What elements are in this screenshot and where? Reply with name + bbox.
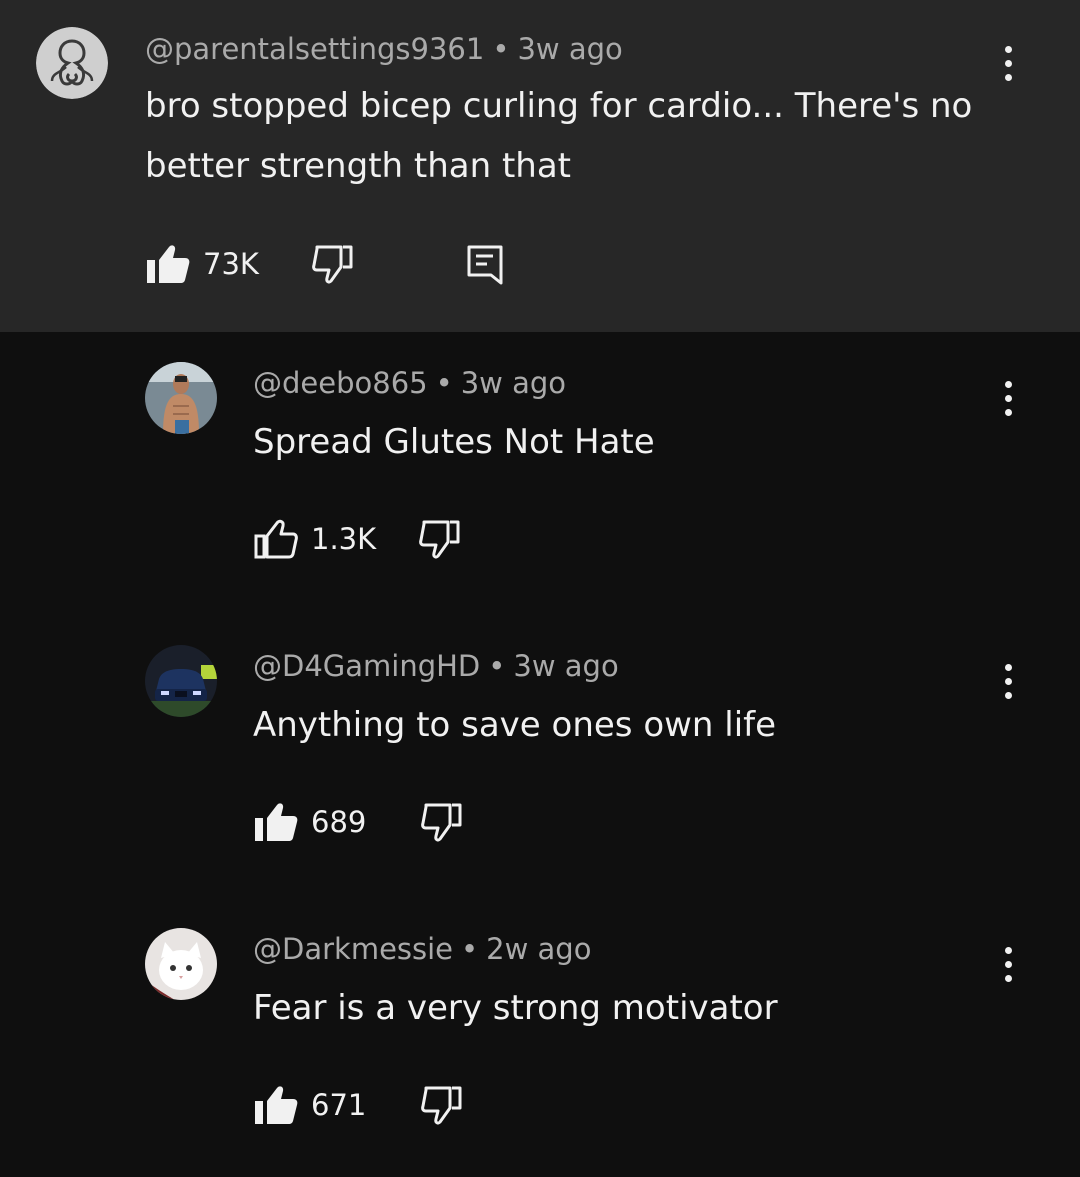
person-avatar-icon[interactable] — [145, 362, 217, 434]
comment-text: Anything to save ones own life — [253, 705, 777, 745]
comment-text: bro stopped bicep curling for cardio... … — [145, 86, 984, 186]
thumb-up-icon[interactable] — [253, 518, 299, 560]
comment-time: 3w ago — [513, 649, 619, 683]
like-count: 1.3K — [311, 522, 377, 556]
comment-text: Fear is a very strong motivator — [253, 988, 778, 1028]
comment-actions: 689 — [253, 798, 464, 846]
more-vertical-icon[interactable] — [993, 659, 1023, 703]
comment-actions: 1.3K — [253, 515, 462, 563]
meta-separator: • — [461, 932, 479, 966]
thumb-down-icon[interactable] — [418, 801, 464, 843]
car-avatar-icon[interactable] — [145, 645, 217, 717]
thumb-down-icon[interactable] — [309, 243, 355, 285]
comment-author[interactable]: @D4GamingHD — [253, 649, 480, 683]
thumb-up-icon[interactable] — [145, 243, 191, 285]
meta-separator: • — [488, 649, 506, 683]
comment-author[interactable]: @Darkmessie — [253, 932, 453, 966]
comment-meta: @parentalsettings9361 • 3w ago — [145, 31, 623, 67]
comment-item: @deebo865 • 3w ago Spread Glutes Not Hate … — [0, 332, 1080, 615]
cat-avatar-icon[interactable] — [145, 928, 217, 1000]
like-count: 73K — [203, 247, 259, 281]
comment-item: @D4GamingHD • 3w ago Anything to save ones… — [0, 615, 1080, 898]
comment-item: @Darkmessie • 2w ago Fear is a very strong… — [0, 898, 1080, 1177]
comment-text: Spread Glutes Not Hate — [253, 422, 655, 462]
reply-icon[interactable] — [465, 243, 505, 285]
octopus-avatar-icon[interactable] — [36, 27, 108, 99]
thumb-up-icon[interactable] — [253, 1084, 299, 1126]
thumb-up-icon[interactable] — [253, 801, 299, 843]
comment-meta: @D4GamingHD • 3w ago — [253, 648, 619, 684]
meta-separator: • — [435, 366, 453, 400]
comment-author[interactable]: @deebo865 — [253, 366, 428, 400]
comment-time: 3w ago — [460, 366, 567, 400]
comment-time: 3w ago — [517, 32, 623, 66]
more-vertical-icon[interactable] — [993, 942, 1023, 986]
thumb-down-icon[interactable] — [418, 1084, 464, 1126]
comment-time: 2w ago — [486, 932, 592, 966]
meta-separator: • — [492, 32, 510, 66]
comment-meta: @Darkmessie • 2w ago — [253, 931, 591, 967]
more-vertical-icon[interactable] — [993, 41, 1023, 85]
comment-author[interactable]: @parentalsettings9361 — [145, 32, 484, 66]
comment-meta: @deebo865 • 3w ago — [253, 365, 566, 401]
highlighted-comment: @parentalsettings9361 • 3w ago bro stopped… — [0, 0, 1080, 332]
like-count: 689 — [311, 805, 367, 839]
more-vertical-icon[interactable] — [993, 376, 1023, 420]
comment-actions: 73K — [145, 240, 505, 288]
like-count: 671 — [311, 1088, 367, 1122]
thumb-down-icon[interactable] — [416, 518, 462, 560]
comment-actions: 671 — [253, 1081, 464, 1129]
